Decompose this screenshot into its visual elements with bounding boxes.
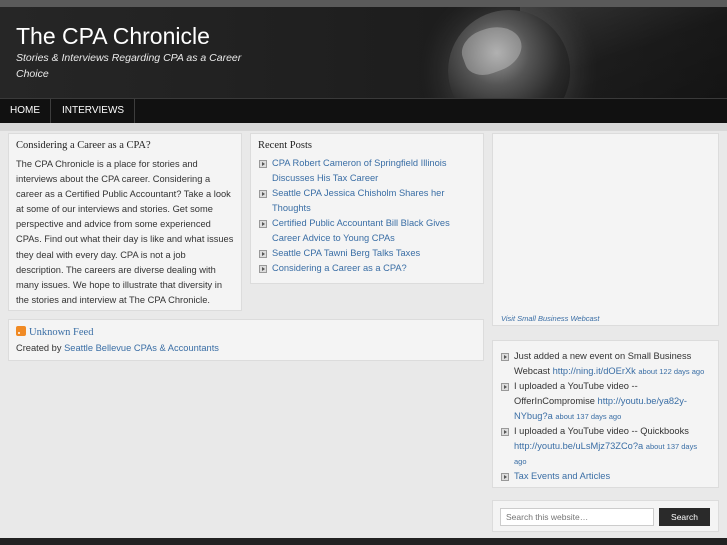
rss-icon[interactable] [16,326,26,336]
tweet-time[interactable]: about 137 days ago [555,412,621,421]
feed-credit-prefix: Created by [16,343,62,353]
recent-posts-widget: Recent Posts CPA Robert Cameron of Sprin… [250,133,484,284]
site-title[interactable]: The CPA Chronicle [16,23,210,50]
tweet-list: Just added a new event on Small Business… [500,349,711,484]
arrow-bullet-icon [501,353,509,361]
footer-strip [0,538,727,545]
tweet-time[interactable]: about 122 days ago [638,367,704,376]
ad-widget: Visit Small Business Webcast [492,133,719,326]
site-description: Stories & Interviews Regarding CPA as a … [16,52,242,80]
list-item: Just added a new event on Small Business… [500,349,711,379]
arrow-bullet-icon [501,383,509,391]
list-item: Certified Public Accountant Bill Black G… [258,216,476,246]
search-input[interactable] [500,508,654,526]
nav-item-home[interactable]: HOME [0,99,51,123]
twitter-widget: Just added a new event on Small Business… [492,340,719,488]
top-strip [0,0,727,7]
list-item: Considering a Career as a CPA? [258,261,476,276]
nav-shadow-band [0,123,727,131]
feed-widget: Unknown Feed Created by Seattle Bellevue… [8,319,484,361]
tweet-link[interactable]: http://youtu.be/uLsMjz73ZCo?a [514,441,643,451]
arrow-bullet-icon [501,428,509,436]
recent-post-link[interactable]: CPA Robert Cameron of Springfield Illino… [272,158,446,183]
list-item: CPA Robert Cameron of Springfield Illino… [258,156,476,186]
about-widget: Considering a Career as a CPA? The CPA C… [8,133,242,311]
list-item: Seattle CPA Jessica Chisholm Shares her … [258,186,476,216]
recent-posts-title: Recent Posts [258,140,312,151]
recent-post-link[interactable]: Considering a Career as a CPA? [272,263,407,273]
feed-credit: Created by Seattle Bellevue CPAs & Accou… [16,343,476,353]
list-item: I uploaded a YouTube video -- Quickbooks… [500,424,711,469]
tweet-link[interactable]: http://ning.it/dOErXk [553,366,636,376]
feed-credit-link[interactable]: Seattle Bellevue CPAs & Accountants [64,343,219,353]
ad-link[interactable]: Visit Small Business Webcast [501,314,600,323]
tweet-text: I uploaded a YouTube video -- Quickbooks [514,426,689,436]
list-item: I uploaded a YouTube video -- OfferInCom… [500,379,711,424]
arrow-bullet-icon [259,265,267,273]
recent-posts-list: CPA Robert Cameron of Springfield Illino… [258,156,476,276]
main-nav: HOME INTERVIEWS [0,98,727,123]
about-text: The CPA Chronicle is a place for stories… [16,159,234,305]
tweet-link[interactable]: Tax Events and Articles [514,471,610,481]
recent-post-link[interactable]: Seattle CPA Jessica Chisholm Shares her … [272,188,444,213]
list-item: Tax Events and Articles [500,469,711,484]
nav-item-interviews[interactable]: INTERVIEWS [52,99,136,123]
site-header: The CPA Chronicle Stories & Interviews R… [0,7,727,98]
recent-post-link[interactable]: Certified Public Accountant Bill Black G… [272,218,450,243]
about-title: Considering a Career as a CPA? [16,140,151,151]
search-button[interactable]: Search [659,508,710,526]
arrow-bullet-icon [259,160,267,168]
list-item: Seattle CPA Tawni Berg Talks Taxes [258,246,476,261]
arrow-bullet-icon [259,190,267,198]
arrow-bullet-icon [259,220,267,228]
feed-link[interactable]: Unknown Feed [29,327,93,338]
recent-post-link[interactable]: Seattle CPA Tawni Berg Talks Taxes [272,248,420,258]
arrow-bullet-icon [259,250,267,258]
arrow-bullet-icon [501,473,509,481]
search-widget: Search [492,500,719,532]
